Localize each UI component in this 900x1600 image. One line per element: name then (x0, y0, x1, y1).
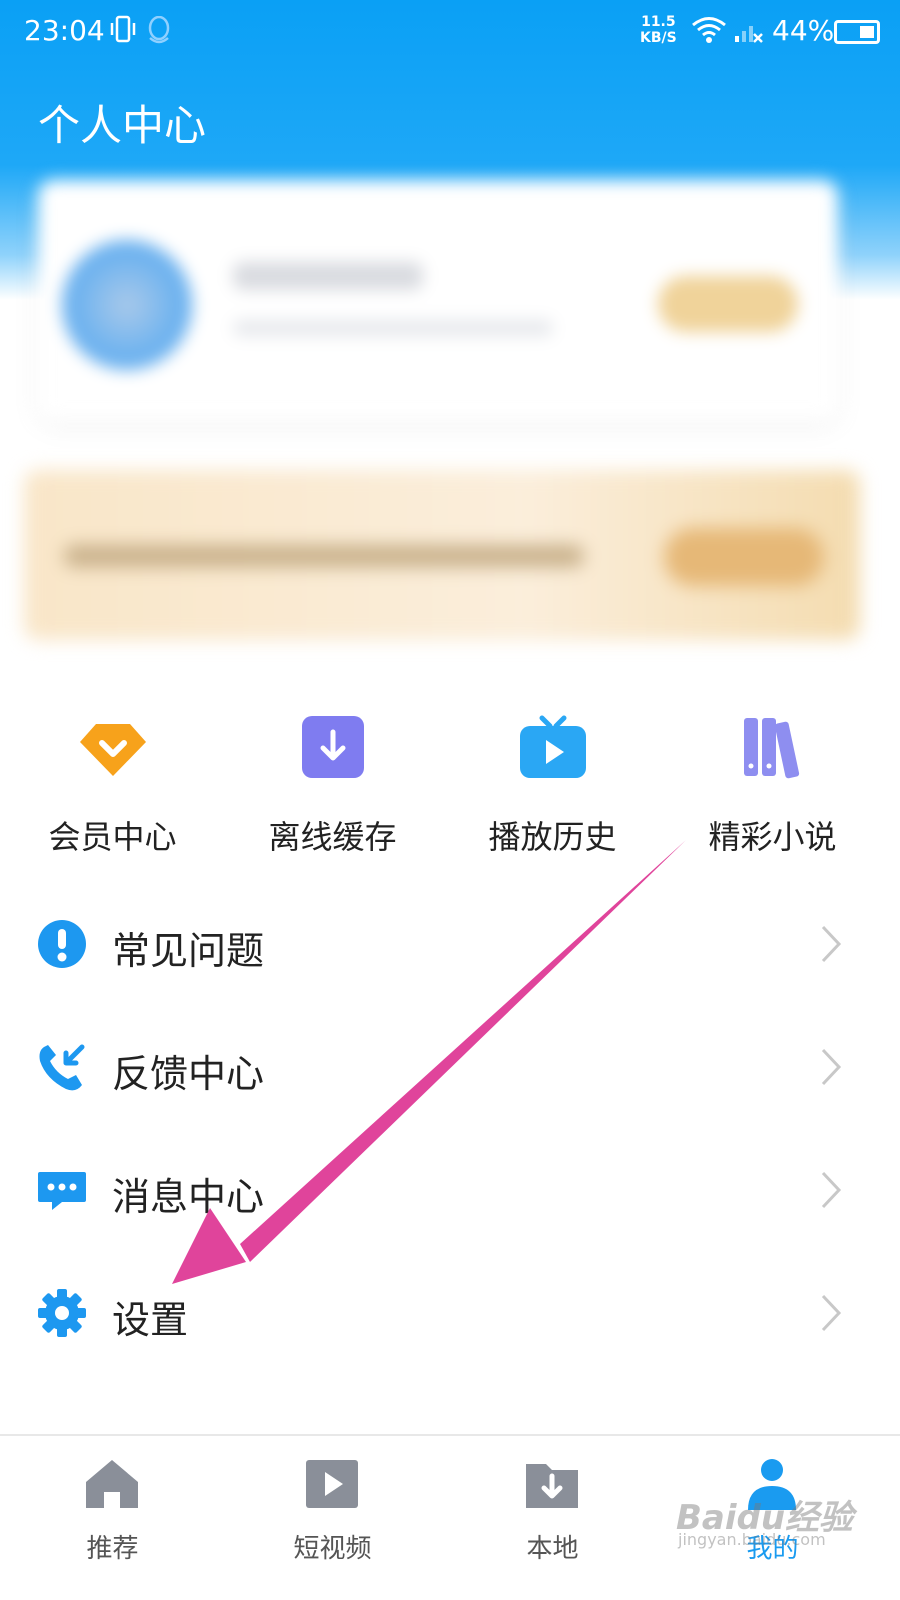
quick-action-play-history[interactable]: 播放历史 (440, 700, 665, 870)
vip-banner-button[interactable] (664, 528, 824, 586)
menu-item-label: 常见问题 (112, 929, 265, 973)
gear-icon (38, 1289, 86, 1337)
vibrate-icon (108, 14, 138, 51)
menu-item-messages[interactable]: 消息中心 (0, 1128, 900, 1251)
video-play-icon (306, 1460, 358, 1508)
chevron-right-icon (821, 1171, 842, 1209)
chevron-right-icon (821, 1294, 842, 1332)
quick-action-offline-cache[interactable]: 离线缓存 (220, 700, 445, 870)
books-icon (744, 718, 800, 779)
tab-label: 推荐 (86, 1534, 139, 1564)
tab-recommend[interactable]: 推荐 (0, 1436, 225, 1600)
menu-item-feedback[interactable]: 反馈中心 (0, 1005, 900, 1128)
page-title: 个人中心 (38, 101, 207, 150)
network-speed: 11.5 KB/S (640, 14, 677, 46)
avatar[interactable] (62, 240, 192, 370)
tv-play-icon (520, 715, 586, 778)
qq-icon (146, 15, 172, 50)
quick-action-vip-center[interactable]: 会员中心 (0, 700, 225, 870)
menu-list: 常见问题 反馈中心 消息中心 设置 (0, 882, 900, 1374)
quick-action-label: 会员中心 (48, 818, 177, 856)
home-icon (86, 1460, 138, 1508)
tab-short-video[interactable]: 短视频 (220, 1436, 445, 1600)
quick-action-label: 离线缓存 (268, 818, 397, 856)
tab-label: 本地 (526, 1534, 579, 1564)
exclamation-circle-icon (38, 920, 86, 968)
profile-action-button[interactable] (658, 276, 798, 332)
vip-banner-text-placeholder (64, 545, 584, 567)
baidu-watermark: Baidu经验 jingyan.baidu.com (676, 1490, 853, 1549)
vip-banner[interactable] (24, 470, 860, 640)
quick-action-novels[interactable]: 精彩小说 (660, 700, 885, 870)
chevron-right-icon (821, 925, 842, 963)
quick-actions: 会员中心 离线缓存 播放历史 精彩小说 (0, 700, 900, 870)
signal-icon (734, 18, 764, 48)
download-icon (302, 716, 364, 778)
menu-item-faq[interactable]: 常见问题 (0, 882, 900, 1005)
status-bar: 23:04 11.5 KB/S 44% (0, 0, 900, 64)
menu-item-settings[interactable]: 设置 (0, 1251, 900, 1374)
network-speed-unit: KB/S (640, 30, 677, 46)
menu-item-label: 反馈中心 (112, 1052, 265, 1096)
diamond-icon (80, 724, 146, 776)
quick-action-label: 精彩小说 (708, 818, 837, 856)
profile-card[interactable] (38, 180, 838, 420)
battery-percent: 44% (772, 14, 835, 47)
quick-action-label: 播放历史 (488, 818, 617, 856)
folder-download-icon (526, 1464, 578, 1508)
network-speed-value: 11.5 (641, 14, 676, 30)
tab-local[interactable]: 本地 (440, 1436, 665, 1600)
wifi-icon (690, 14, 728, 48)
tab-label: 短视频 (293, 1534, 372, 1564)
menu-item-label: 消息中心 (112, 1175, 265, 1219)
menu-item-label: 设置 (112, 1298, 189, 1342)
phone-callback-icon (39, 1044, 85, 1091)
chevron-right-icon (821, 1048, 842, 1086)
battery-icon (834, 20, 880, 44)
status-time: 23:04 (24, 14, 105, 47)
profile-subtitle-placeholder (233, 320, 553, 336)
chat-bubble-icon (38, 1172, 86, 1210)
watermark-sub-text: jingyan.baidu.com (678, 1530, 826, 1549)
profile-name-placeholder (233, 262, 423, 290)
